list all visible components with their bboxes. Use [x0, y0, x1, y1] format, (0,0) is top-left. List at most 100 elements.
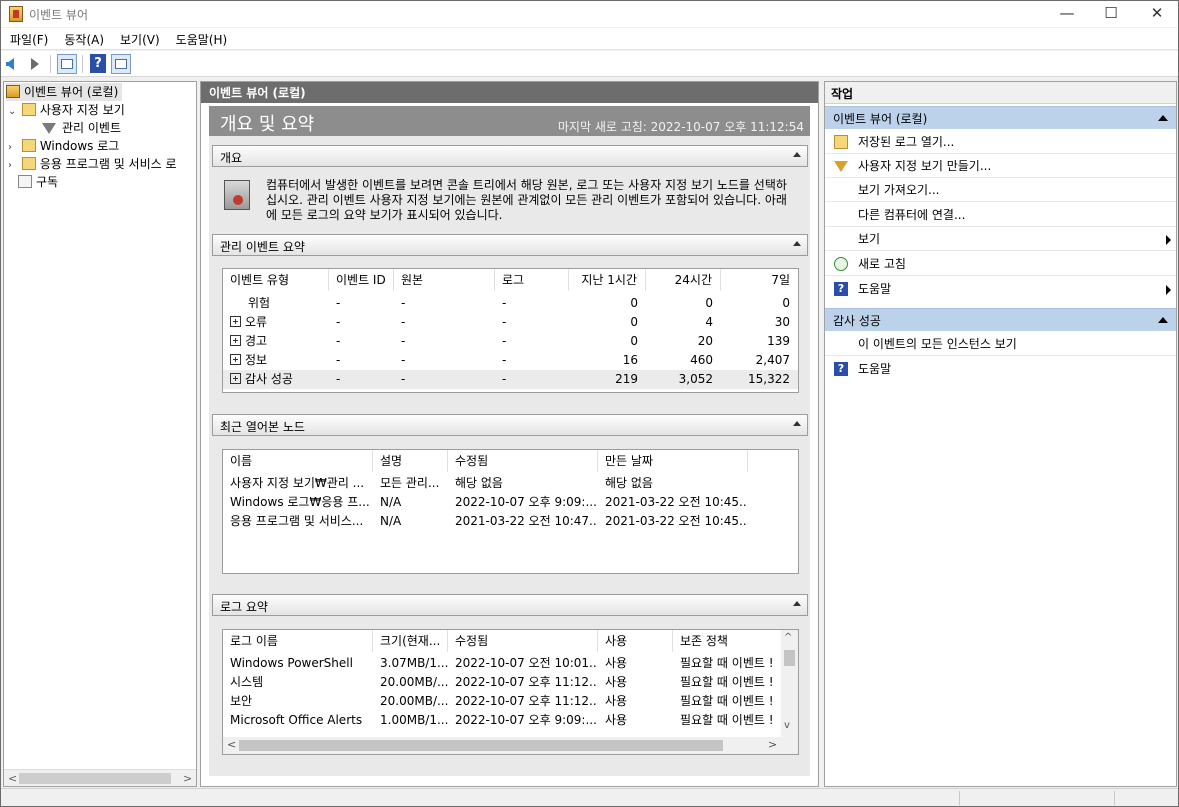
actions-group-audit-success[interactable]: 감사 성공 [825, 308, 1176, 331]
column-header[interactable]: 지난 1시간 [569, 269, 646, 291]
maximize-button[interactable]: ☐ [1088, 1, 1134, 27]
log-horizontal-scrollbar[interactable]: < > [223, 737, 782, 754]
collapse-caret-icon[interactable] [793, 601, 801, 606]
tree-horizontal-scrollbar[interactable]: < > [4, 769, 196, 786]
table-cell: - [336, 315, 341, 329]
subscription-icon [18, 175, 32, 188]
tree-item-custom-views[interactable]: ⌄ 사용자 지정 보기 [8, 101, 125, 119]
scroll-thumb[interactable] [239, 740, 723, 751]
scroll-right-icon[interactable]: > [768, 738, 777, 751]
back-button[interactable] [5, 54, 23, 74]
column-header[interactable]: 이름 [223, 450, 373, 472]
menu-file[interactable]: 파일(F) [1, 28, 56, 50]
table-row[interactable]: 정보 - - - 16 460 2,407 [223, 351, 798, 370]
table-cell: 시스템 [230, 675, 264, 689]
expand-chevron-icon[interactable]: ⌄ [8, 103, 18, 121]
log-summary-section-header[interactable]: 로그 요약 [212, 594, 808, 616]
expand-plus-icon[interactable] [230, 316, 241, 327]
action-connect-computer[interactable]: 다른 컴퓨터에 연결... [825, 203, 1176, 227]
table-row[interactable]: 오류 - - - 0 4 30 [223, 313, 798, 332]
table-row[interactable]: Windows 로그₩응용 프... N/A 2022-10-07 오후 9:09:… [223, 493, 798, 512]
menu-action[interactable]: 동작(A) [56, 28, 112, 50]
table-cell: 2022-10-07 오후 9:09:... [455, 495, 597, 509]
scroll-up-icon[interactable]: ^ [784, 632, 792, 643]
action-view-all-instances[interactable]: 이 이벤트의 모든 인스턴스 보기 [825, 332, 1176, 356]
scroll-thumb[interactable] [784, 650, 795, 666]
table-cell: - [502, 353, 507, 367]
column-header[interactable]: 사용 [598, 630, 673, 652]
action-refresh[interactable]: 새로 고침 [825, 252, 1176, 276]
table-row[interactable]: 위험 - - - 0 0 0 [223, 294, 798, 313]
table-row[interactable]: 사용자 지정 보기₩관리 ... 모든 관리... 해당 없음 해당 없음 [223, 474, 798, 493]
column-header[interactable]: 크기(현재... [373, 630, 448, 652]
expand-plus-icon[interactable] [230, 373, 241, 384]
actions-group-event-viewer[interactable]: 이벤트 뷰어 (로컬) [825, 106, 1176, 129]
action-create-custom-view[interactable]: 사용자 지정 보기 만들기... [825, 154, 1176, 178]
minimize-button[interactable]: — [1044, 1, 1090, 27]
menu-help[interactable]: 도움말(H) [168, 28, 236, 50]
column-header[interactable]: 설명 [373, 450, 448, 472]
action-label: 저장된 로그 열기... [858, 135, 955, 149]
column-header[interactable]: 이벤트 ID [329, 269, 394, 291]
collapse-caret-icon[interactable] [793, 241, 801, 246]
collapse-up-icon[interactable] [1158, 317, 1168, 323]
column-header[interactable]: 수정됨 [448, 630, 598, 652]
column-header[interactable]: 수정됨 [448, 450, 598, 472]
scroll-down-icon[interactable]: v [784, 720, 790, 731]
help-button[interactable]: ? [90, 54, 106, 73]
table-cell: 해당 없음 [455, 476, 503, 490]
toolbar-separator [82, 55, 83, 73]
table-row[interactable]: 보안 20.00MB/... 2022-10-07 오후 11:12... 사용 필요할… [223, 692, 782, 711]
action-help[interactable]: ? 도움말 [825, 277, 1176, 301]
column-header[interactable]: 보존 정책 [673, 630, 782, 652]
action-view[interactable]: 보기 [825, 227, 1176, 251]
column-header[interactable]: 로그 [495, 269, 569, 291]
table-row[interactable]: 시스템 20.00MB/... 2022-10-07 오후 11:12... 사용 필요… [223, 673, 782, 692]
table-row[interactable]: Windows PowerShell 3.07MB/1... 2022-10-07 … [223, 654, 782, 673]
tree-item-apps-services[interactable]: › 응용 프로그램 및 서비스 로 [8, 155, 177, 173]
admin-summary-section-header[interactable]: 관리 이벤트 요약 [212, 234, 808, 256]
table-cell: - [401, 372, 406, 386]
tree-item-subscriptions[interactable]: 구독 [18, 173, 58, 191]
table-cell: 2022-10-07 오후 11:12... [455, 694, 598, 708]
table-cell: - [401, 334, 406, 348]
table-row[interactable]: 감사 성공 - - - 219 3,052 15,322 [223, 370, 798, 389]
folder-icon [21, 103, 36, 116]
close-button[interactable]: ✕ [1134, 1, 1179, 27]
tree-item-windows-logs[interactable]: › Windows 로그 [8, 137, 119, 155]
show-actions-button[interactable] [111, 54, 131, 74]
collapse-caret-icon[interactable] [793, 421, 801, 426]
column-header[interactable]: 24시간 [646, 269, 721, 291]
scroll-thumb[interactable] [19, 773, 171, 784]
collapse-caret-icon[interactable] [793, 152, 801, 157]
table-cell: 2022-10-07 오전 10:01... [455, 656, 598, 670]
table-row[interactable]: 응용 프로그램 및 서비스... N/A 2021-03-22 오전 10:47..… [223, 512, 798, 531]
column-header[interactable]: 원본 [394, 269, 495, 291]
forward-button[interactable] [27, 54, 45, 74]
collapse-up-icon[interactable] [1158, 115, 1168, 121]
tree-item-label: 관리 이벤트 [62, 121, 122, 135]
event-log-icon [224, 180, 250, 210]
column-header[interactable]: 이벤트 유형 [223, 269, 329, 291]
action-import-view[interactable]: 보기 가져오기... [825, 178, 1176, 202]
column-header[interactable]: 7일 [721, 269, 798, 291]
expand-plus-icon[interactable] [230, 335, 241, 346]
menu-view[interactable]: 보기(V) [112, 28, 168, 50]
log-vertical-scrollbar[interactable]: ^ v [781, 630, 798, 754]
scroll-left-icon[interactable]: < [227, 738, 236, 751]
action-open-saved-log[interactable]: 저장된 로그 열기... [825, 130, 1176, 154]
action-help-event[interactable]: ? 도움말 [825, 357, 1176, 381]
expand-plus-icon[interactable] [230, 354, 241, 365]
tree-item-admin-events[interactable]: 관리 이벤트 [42, 119, 121, 137]
collapse-chevron-icon[interactable]: › [8, 157, 18, 175]
tree-item-root[interactable]: 이벤트 뷰어 (로컬) [6, 83, 123, 101]
column-header[interactable]: 만든 날짜 [598, 450, 748, 472]
column-header[interactable]: 로그 이름 [223, 630, 373, 652]
scroll-left-icon[interactable]: < [8, 770, 17, 787]
table-row[interactable]: 경고 - - - 0 20 139 [223, 332, 798, 351]
overview-section-header[interactable]: 개요 [212, 145, 808, 167]
recent-nodes-section-header[interactable]: 최근 열어본 노드 [212, 414, 808, 436]
scroll-right-icon[interactable]: > [183, 770, 192, 787]
show-tree-button[interactable] [57, 54, 77, 74]
table-row[interactable]: Microsoft Office Alerts 1.00MB/1... 2022-1… [223, 711, 782, 730]
